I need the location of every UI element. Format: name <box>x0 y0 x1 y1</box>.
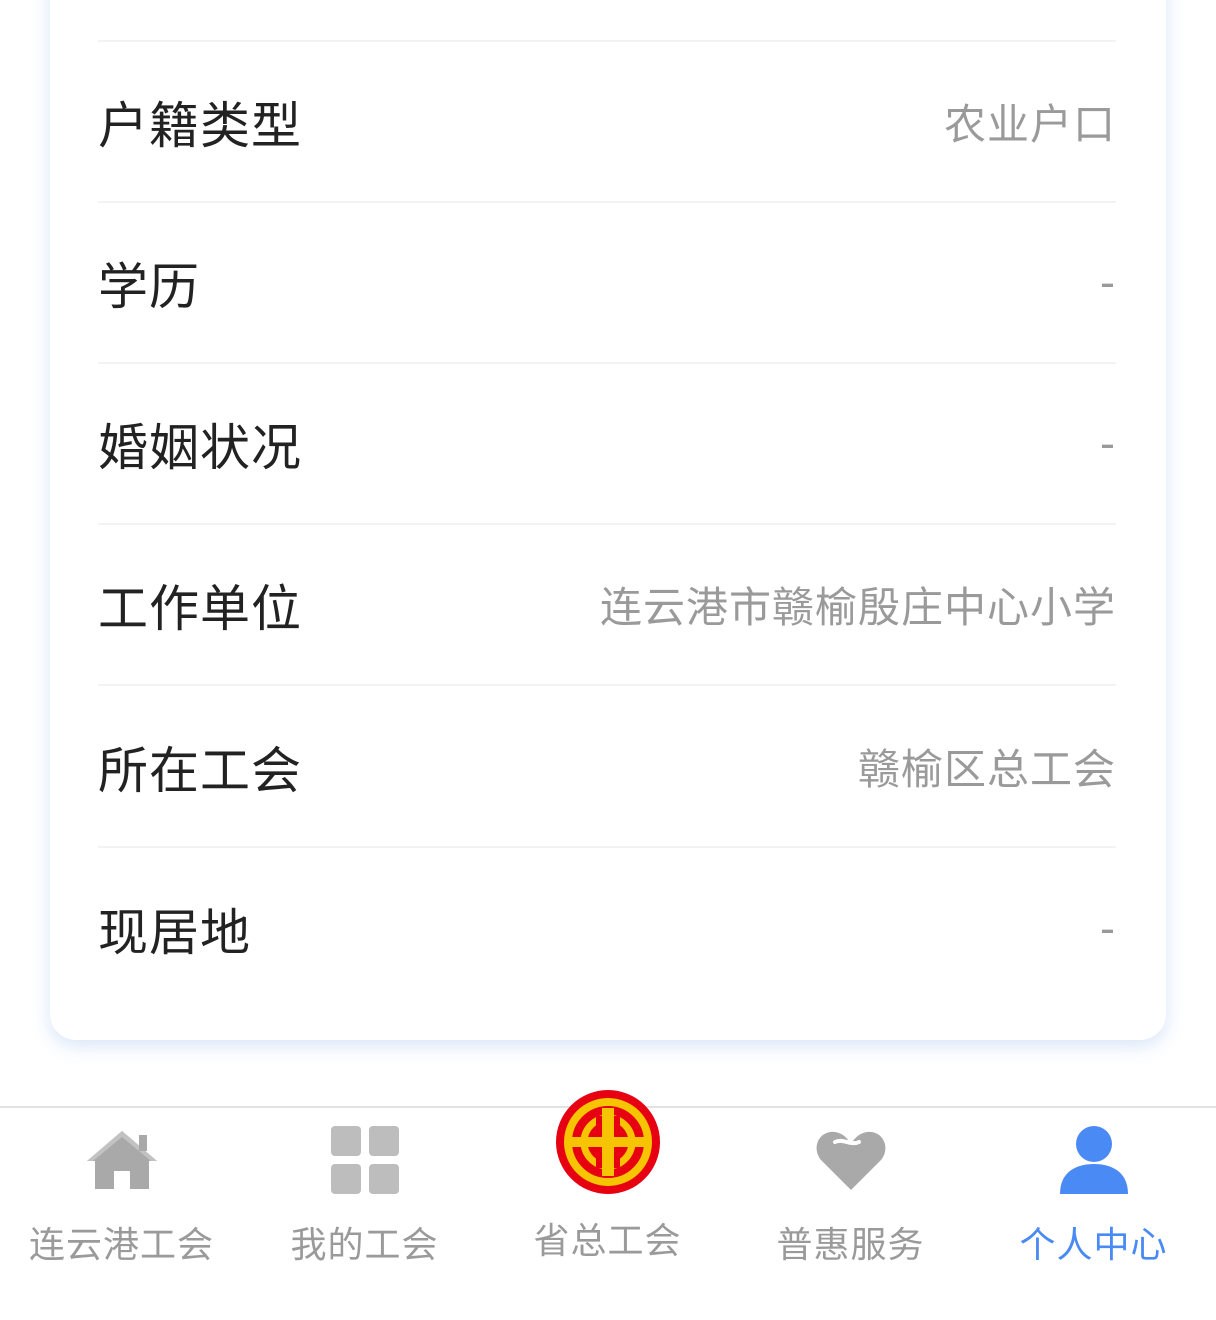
home-icon <box>82 1120 162 1200</box>
profile-row-marital[interactable]: 婚姻状况 - <box>98 364 1116 525</box>
row-label: 工作单位 <box>98 579 302 638</box>
heart-icon <box>811 1120 891 1200</box>
tab-provincial-union[interactable]: 省总工会 <box>486 1090 729 1288</box>
grid-icon <box>325 1120 405 1200</box>
profile-row-education[interactable]: 学历 - <box>98 203 1116 364</box>
tab-label: 我的工会 <box>290 1225 439 1266</box>
user-icon <box>1054 1120 1134 1200</box>
page: 户籍类型 农业户口 学历 - 婚姻状况 - 工作单位 连云港市赣榆殷庄中心小学 … <box>0 0 1216 1320</box>
tab-label: 连云港工会 <box>28 1225 214 1266</box>
row-value: 赣榆区总工会 <box>857 745 1116 794</box>
tab-lianyungang-union[interactable]: 连云港工会 <box>0 1108 243 1288</box>
tab-my-union[interactable]: 我的工会 <box>243 1108 486 1288</box>
row-label: 学历 <box>98 257 200 316</box>
row-value: 连云港市赣榆殷庄中心小学 <box>599 583 1116 632</box>
row-label: 现居地 <box>98 903 251 962</box>
row-value: - <box>1099 419 1116 468</box>
row-label: 户籍类型 <box>98 96 302 155</box>
row-value: - <box>1099 904 1116 953</box>
profile-row-residence[interactable]: 现居地 - <box>98 848 1116 1009</box>
tab-benefit-service[interactable]: 普惠服务 <box>729 1108 972 1288</box>
profile-card: 户籍类型 农业户口 学历 - 婚姻状况 - 工作单位 连云港市赣榆殷庄中心小学 … <box>50 0 1166 1040</box>
profile-row-workplace[interactable]: 工作单位 连云港市赣榆殷庄中心小学 <box>98 525 1116 686</box>
tab-label: 省总工会 <box>533 1221 682 1262</box>
union-logo-icon <box>555 1090 660 1194</box>
row-label: 所在工会 <box>98 741 302 800</box>
tab-label: 个人中心 <box>1019 1225 1168 1266</box>
bottom-tab-bar: 连云港工会 我的工会 省总工会 普惠服务 个人中心 <box>0 1090 1216 1320</box>
tab-personal-center[interactable]: 个人中心 <box>972 1108 1215 1288</box>
tab-label: 普惠服务 <box>776 1225 925 1266</box>
profile-row-union[interactable]: 所在工会 赣榆区总工会 <box>98 687 1116 848</box>
row-value: 农业户口 <box>943 100 1116 149</box>
row-label: 婚姻状况 <box>98 418 302 477</box>
profile-row-household[interactable]: 户籍类型 农业户口 <box>98 42 1116 203</box>
row-value: - <box>1099 258 1116 307</box>
